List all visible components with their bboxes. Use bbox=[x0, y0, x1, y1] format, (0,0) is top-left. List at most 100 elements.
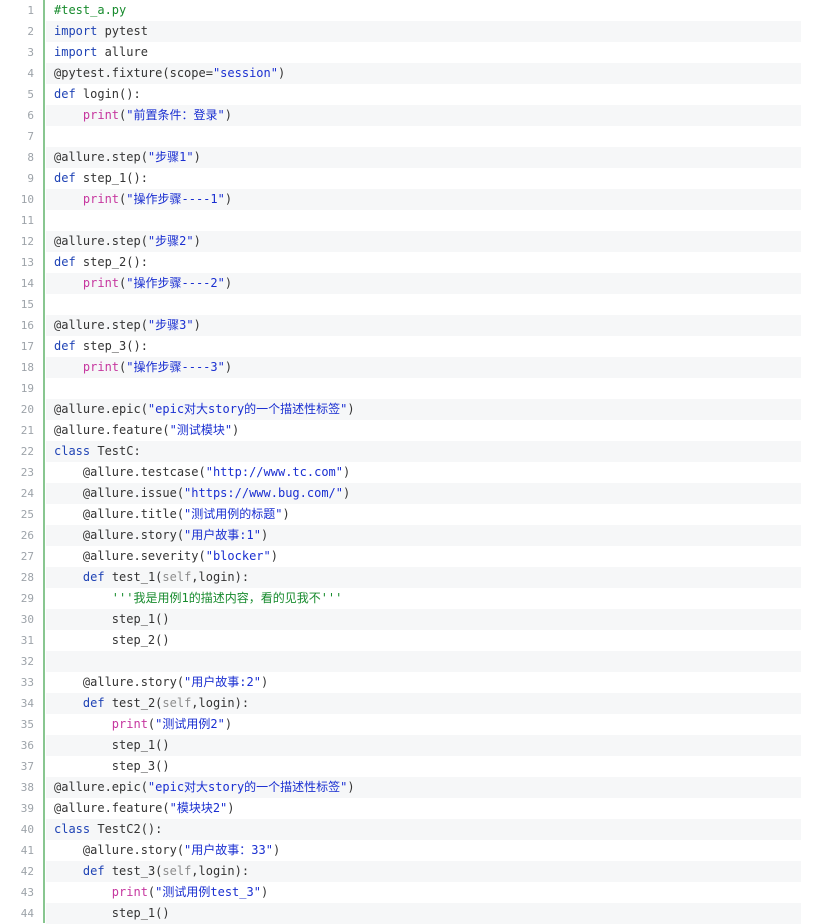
code-token: "步骤2" bbox=[147, 234, 194, 248]
code-text: step_3() bbox=[54, 756, 170, 777]
code-token: ) bbox=[272, 843, 281, 857]
code-text: def step_1(): bbox=[54, 168, 148, 189]
code-token: ) bbox=[193, 234, 201, 248]
code-token: ) bbox=[343, 465, 351, 479]
code-text: @allure.story("用户故事:1") bbox=[54, 525, 268, 546]
code-token: ) bbox=[193, 318, 201, 332]
code-token: print bbox=[82, 192, 120, 206]
code-line: 24 @allure.issue("https://www.bug.com/") bbox=[0, 483, 815, 504]
code-token: def bbox=[54, 171, 76, 185]
code-text: @allure.step("步骤1") bbox=[54, 147, 201, 168]
code-text: @allure.feature("测试模块") bbox=[54, 420, 239, 441]
line-number: 19 bbox=[20, 382, 34, 395]
code-line: 19 bbox=[0, 378, 815, 399]
code-token: step_1() bbox=[54, 612, 170, 626]
line-number: 33 bbox=[20, 676, 34, 689]
code-line: 7 bbox=[0, 126, 815, 147]
code-text: @pytest.fixture(scope="session") bbox=[54, 63, 285, 84]
code-line: 44 step_1() bbox=[0, 903, 815, 924]
code-line-background bbox=[46, 84, 801, 105]
line-number: 16 bbox=[20, 319, 34, 332]
code-token: "epic对大story的一个描述性标签" bbox=[147, 780, 348, 794]
line-number: 25 bbox=[20, 508, 34, 521]
code-text: @allure.story("用户故事：33") bbox=[54, 840, 280, 861]
code-line: 34 def test_2(self,login): bbox=[0, 693, 815, 714]
code-line: 29 '''我是用例1的描述内容，看的见我不''' bbox=[0, 588, 815, 609]
code-token: import bbox=[54, 24, 98, 38]
code-text: @allure.feature("模块块2") bbox=[54, 798, 235, 819]
code-token: self bbox=[162, 696, 192, 710]
line-number: 23 bbox=[20, 466, 34, 479]
code-token: "前置条件：登录" bbox=[126, 108, 225, 122]
code-token: self bbox=[162, 864, 192, 878]
code-line-background bbox=[46, 210, 801, 231]
code-text: #test_a.py bbox=[54, 0, 126, 21]
code-token: "https://www.bug.com/" bbox=[184, 486, 343, 500]
line-number: 1 bbox=[27, 4, 34, 17]
code-token: @allure.story( bbox=[54, 528, 185, 542]
line-number: 36 bbox=[20, 739, 34, 752]
code-line-background bbox=[46, 42, 801, 63]
code-token: test_2( bbox=[104, 696, 163, 710]
code-token: "测试用例test_3" bbox=[155, 885, 261, 899]
code-token: self bbox=[162, 570, 192, 584]
code-line: 37 step_3() bbox=[0, 756, 815, 777]
code-line: 38 @allure.epic("epic对大story的一个描述性标签") bbox=[0, 777, 815, 798]
code-line: 21 @allure.feature("测试模块") bbox=[0, 420, 815, 441]
code-line: 35 print("测试用例2") bbox=[0, 714, 815, 735]
code-token: @allure.testcase( bbox=[54, 465, 206, 479]
code-token: def bbox=[54, 339, 76, 353]
line-number: 7 bbox=[27, 130, 34, 143]
code-token: "session" bbox=[212, 66, 278, 80]
code-line: 25 @allure.title("测试用例的标题") bbox=[0, 504, 815, 525]
code-text: @allure.severity("blocker") bbox=[54, 546, 278, 567]
code-line-background bbox=[46, 21, 801, 42]
code-line-background bbox=[46, 0, 801, 21]
code-text: print("操作步骤----1") bbox=[54, 189, 232, 210]
code-token: @allure.epic( bbox=[54, 780, 148, 794]
code-token: print bbox=[111, 717, 148, 731]
code-token: step_1(): bbox=[75, 171, 148, 185]
code-token: ) bbox=[270, 549, 278, 563]
code-line: 20 @allure.epic("epic对大story的一个描述性标签") bbox=[0, 399, 815, 420]
code-token: step_1() bbox=[54, 738, 170, 752]
line-number: 24 bbox=[20, 487, 34, 500]
code-token: test_1( bbox=[104, 570, 163, 584]
code-line-background bbox=[46, 168, 801, 189]
code-line: 9 def step_1(): bbox=[0, 168, 815, 189]
line-number: 14 bbox=[20, 277, 34, 290]
code-token: @allure.step( bbox=[54, 150, 148, 164]
code-token: print bbox=[111, 885, 148, 899]
code-line: 10 print("操作步骤----1") bbox=[0, 189, 815, 210]
line-number: 22 bbox=[20, 445, 34, 458]
code-line: 27 @allure.severity("blocker") bbox=[0, 546, 815, 567]
code-token: "http://www.tc.com" bbox=[205, 465, 343, 479]
code-token: ,login): bbox=[191, 696, 250, 710]
code-text: def login(): bbox=[54, 84, 141, 105]
code-token: @allure.feature( bbox=[54, 801, 170, 815]
code-line-background bbox=[46, 651, 801, 672]
code-line-background bbox=[46, 294, 801, 315]
code-token: print bbox=[82, 360, 120, 374]
code-line: 36 step_1() bbox=[0, 735, 815, 756]
code-token: "用户故事：33" bbox=[184, 843, 273, 857]
code-token: TestC: bbox=[90, 444, 141, 458]
code-text: @allure.story("用户故事:2") bbox=[54, 672, 268, 693]
code-line: 14 print("操作步骤----2") bbox=[0, 273, 815, 294]
line-number: 43 bbox=[20, 886, 34, 899]
code-token: test_3( bbox=[104, 864, 163, 878]
code-token: "模块块2" bbox=[169, 801, 228, 815]
code-token: class bbox=[54, 444, 91, 458]
line-number: 13 bbox=[20, 256, 34, 269]
code-token: import bbox=[54, 45, 98, 59]
line-number: 2 bbox=[27, 25, 34, 38]
code-token: ) bbox=[224, 192, 233, 206]
line-number: 21 bbox=[20, 424, 34, 437]
code-line: 32 bbox=[0, 651, 815, 672]
code-token: print bbox=[82, 108, 120, 122]
code-line: 2 import pytest bbox=[0, 21, 815, 42]
